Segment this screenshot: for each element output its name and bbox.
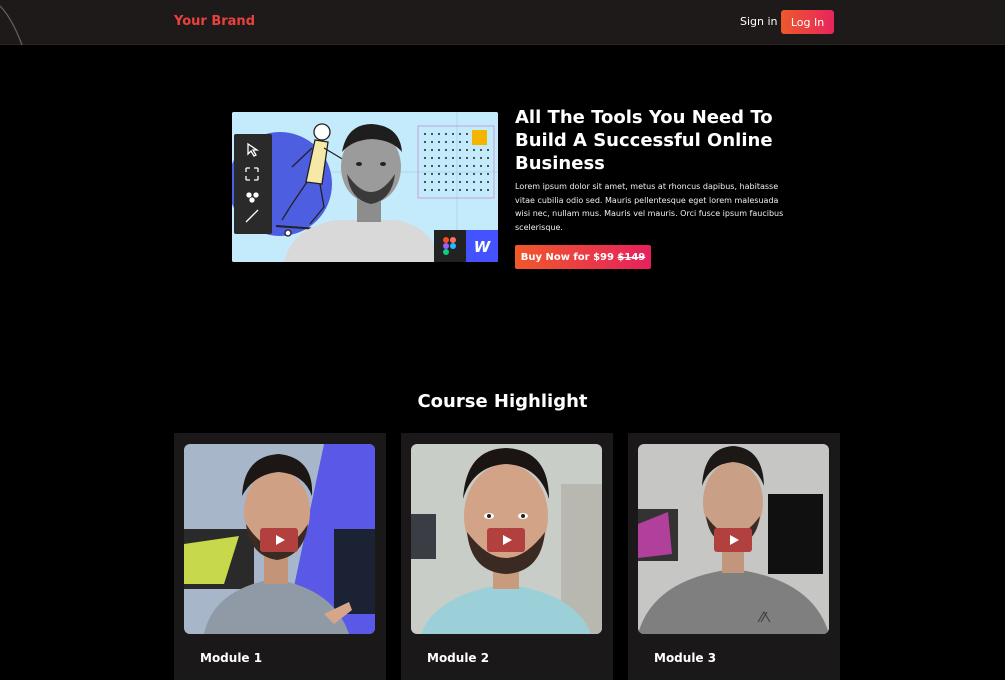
- module-card[interactable]: Module 1: [174, 433, 386, 680]
- signin-link[interactable]: Sign in: [740, 15, 778, 28]
- hero-illustration-graphic: W: [232, 112, 498, 262]
- brand-logo[interactable]: Your Brand: [174, 14, 255, 29]
- play-icon[interactable]: [260, 528, 298, 552]
- module-title: Module 3: [654, 651, 717, 665]
- module-card[interactable]: Module 2: [401, 433, 613, 680]
- yellow-square: [472, 130, 487, 145]
- course-highlight-title: Course Highlight: [417, 391, 588, 412]
- play-icon[interactable]: [487, 528, 525, 552]
- hero-illustration: W: [232, 112, 498, 262]
- svg-text:W: W: [474, 238, 492, 256]
- module-title: Module 1: [200, 651, 263, 665]
- play-icon[interactable]: [714, 528, 752, 552]
- buy-now-button[interactable]: Buy Now for $99 $149: [515, 245, 651, 269]
- decorative-curve: [0, 5, 23, 46]
- module-card[interactable]: Module 3: [628, 433, 840, 680]
- module-title: Module 2: [427, 651, 490, 665]
- module-thumbnail[interactable]: [411, 444, 602, 634]
- price-old: $149: [617, 251, 646, 263]
- hero-description: Lorem ipsum dolor sit amet, metus at rho…: [515, 182, 784, 232]
- hero-title: All The Tools You Need To Build A Succes…: [515, 107, 773, 174]
- top-navbar: Your Brand Sign in Log In: [0, 0, 1005, 46]
- login-button[interactable]: Log In: [781, 10, 834, 34]
- module-thumbnail[interactable]: [184, 444, 375, 634]
- price-new: $99: [593, 251, 614, 263]
- buy-button-label: Buy Now for: [520, 251, 590, 263]
- module-thumbnail[interactable]: [638, 444, 829, 634]
